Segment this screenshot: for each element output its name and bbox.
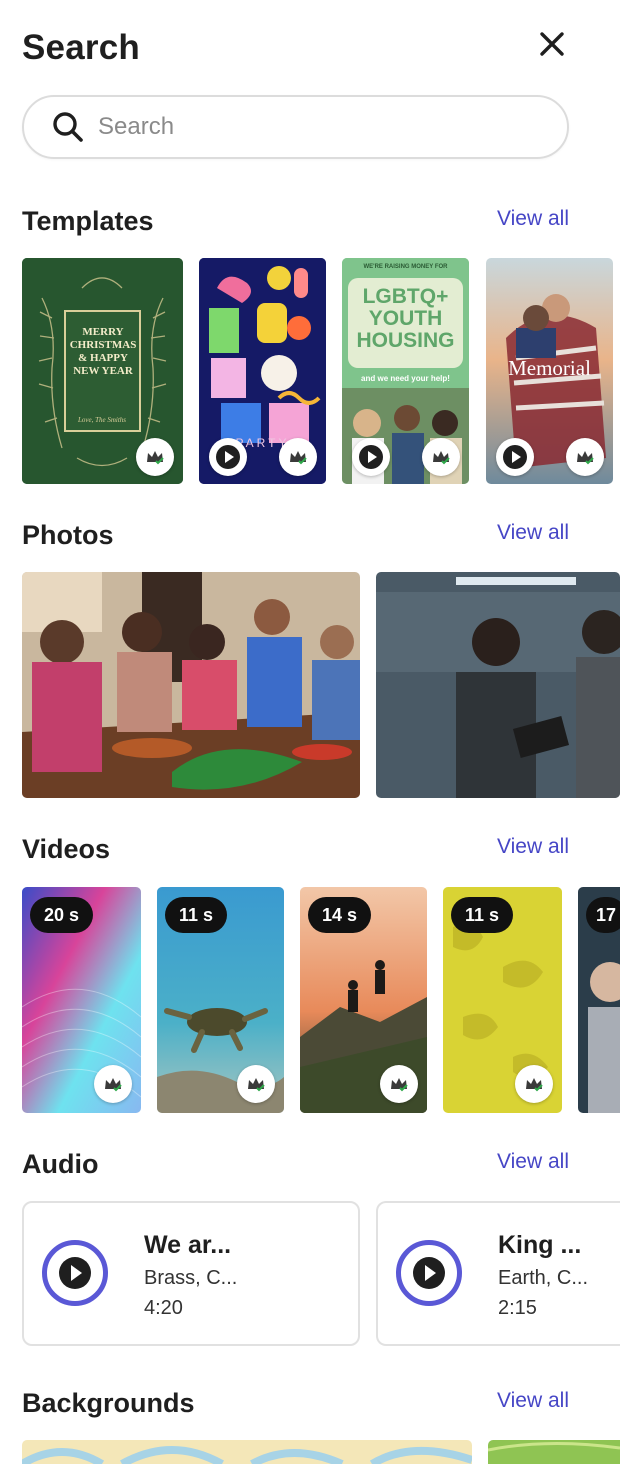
template-lgbtq-youth-housing[interactable]: WE'RE RAISING MONEY FOR LGBTQ+ YOUTH HOU…	[342, 258, 469, 484]
background-green-field-preview	[488, 1440, 620, 1464]
search-input[interactable]	[98, 113, 518, 141]
audio-track-artist: Earth, C...	[498, 1267, 589, 1289]
lgbtq-subtext: and we need your help!	[361, 374, 450, 383]
lgbtq-text: LGBTQ+ YOUTH HOUSING	[356, 285, 455, 352]
template-christmas-card[interactable]: MERRY CHRISTMAS & HAPPY NEW YEAR Love, T…	[22, 258, 183, 484]
video-wave-gradient[interactable]: 20 s	[22, 887, 141, 1113]
premium-badge	[94, 1065, 132, 1103]
photos-title: Photos	[22, 520, 114, 550]
audio-card[interactable]: King ... Earth, C... 2:15	[376, 1201, 620, 1346]
lgbtq-pretext: WE'RE RAISING MONEY FOR	[363, 264, 448, 270]
templates-view-all-link[interactable]: View all	[497, 207, 569, 231]
play-icon	[359, 445, 383, 469]
play-icon	[216, 445, 240, 469]
premium-badge	[279, 438, 317, 476]
templates-title: Templates	[22, 206, 154, 236]
background-green-field[interactable]	[488, 1440, 620, 1464]
audio-card[interactable]: We ar... Brass, C... 4:20	[22, 1201, 360, 1346]
crown-icon	[433, 451, 450, 465]
video-woman-portrait[interactable]: 17	[578, 887, 620, 1113]
crown-icon	[248, 1078, 265, 1092]
photo-office-tablet[interactable]	[376, 572, 620, 798]
audio-track-duration: 2:15	[498, 1297, 537, 1319]
audio-play-button[interactable]	[42, 1240, 108, 1306]
audio-track-title: King ...	[498, 1231, 582, 1259]
play-button[interactable]	[496, 438, 534, 476]
videos-view-all-link[interactable]: View all	[497, 835, 569, 859]
background-swirl[interactable]	[22, 1440, 472, 1464]
christmas-card-text: MERRY CHRISTMAS & HAPPY NEW YEAR	[69, 326, 137, 377]
duration-badge: 14 s	[308, 897, 372, 933]
play-button[interactable]	[209, 438, 247, 476]
crown-icon	[147, 451, 164, 465]
premium-badge	[380, 1065, 418, 1103]
crown-icon	[526, 1078, 543, 1092]
duration-badge: 17	[586, 897, 620, 933]
premium-badge	[136, 438, 174, 476]
background-swirl-preview	[22, 1440, 472, 1464]
photo-family-cooking[interactable]	[22, 572, 360, 798]
page-title: Search	[22, 28, 140, 67]
premium-badge	[422, 438, 460, 476]
play-button[interactable]	[352, 438, 390, 476]
duration-badge: 11 s	[451, 897, 514, 933]
duration-badge: 11 s	[165, 897, 228, 933]
search-field[interactable]	[22, 95, 569, 159]
play-icon	[59, 1257, 91, 1289]
video-yellow-texture[interactable]: 11 s	[443, 887, 562, 1113]
audio-track-title: We ar...	[144, 1231, 232, 1259]
videos-title: Videos	[22, 834, 111, 864]
audio-track-artist: Brass, C...	[144, 1267, 238, 1289]
audio-view-all-link[interactable]: View all	[497, 1150, 569, 1174]
close-icon	[540, 32, 564, 56]
close-button[interactable]	[534, 26, 570, 62]
audio-title: Audio	[22, 1149, 99, 1179]
premium-badge	[237, 1065, 275, 1103]
crown-icon	[105, 1078, 122, 1092]
crown-icon	[577, 451, 594, 465]
premium-badge	[566, 438, 604, 476]
backgrounds-view-all-link[interactable]: View all	[497, 1389, 569, 1413]
photos-view-all-link[interactable]: View all	[497, 521, 569, 545]
crown-icon	[290, 451, 307, 465]
audio-play-button[interactable]	[396, 1240, 462, 1306]
christmas-card-signature: Love, The Smiths	[77, 416, 127, 424]
play-icon	[413, 1257, 445, 1289]
play-icon	[503, 445, 527, 469]
duration-badge: 20 s	[30, 897, 94, 933]
search-icon	[53, 112, 83, 142]
premium-badge	[515, 1065, 553, 1103]
office-tablet-photo	[376, 572, 620, 798]
template-block-party[interactable]: PARTY	[199, 258, 326, 484]
video-hikers[interactable]: 14 s	[300, 887, 427, 1113]
audio-track-duration: 4:20	[144, 1297, 183, 1319]
crown-icon	[391, 1078, 408, 1092]
template-memorial[interactable]: Memorial	[486, 258, 613, 484]
memorial-text: Memorial	[508, 356, 591, 380]
backgrounds-title: Backgrounds	[22, 1388, 195, 1418]
family-cooking-photo	[22, 572, 360, 798]
video-sea-turtle[interactable]: 11 s	[157, 887, 284, 1113]
